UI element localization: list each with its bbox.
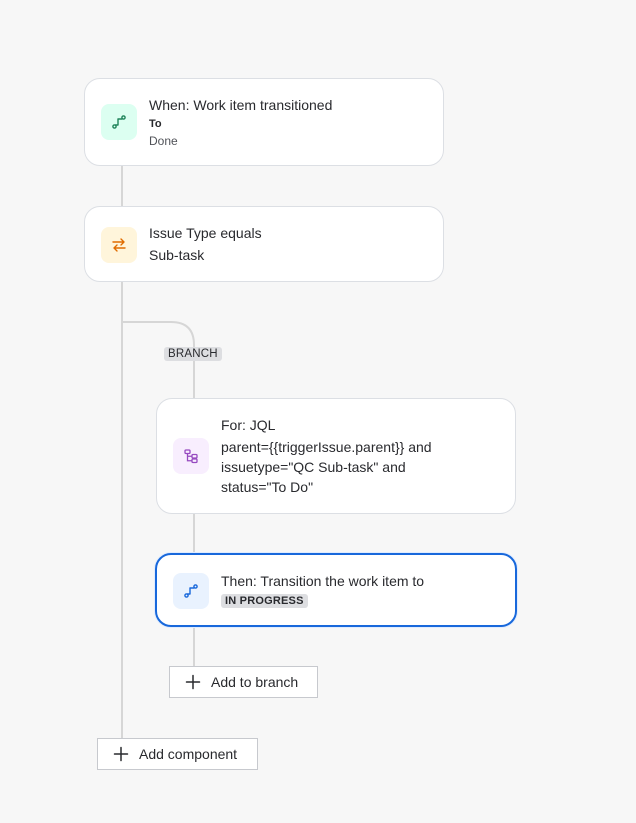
condition-card[interactable]: Issue Type equals Sub-task [84,206,444,282]
for-jql-line-1: parent={{triggerIssue.parent}} and [221,439,432,455]
branch-icon [173,438,209,474]
condition-swap-icon [101,227,137,263]
trigger-icon [101,104,137,140]
trigger-field-label: To [149,118,162,130]
trigger-field-value: Done [149,134,178,148]
for-jql-line-3: status="To Do" [221,479,314,495]
connector-trigger-condition [121,165,123,207]
branch-tag: BRANCH [164,347,222,361]
transition-icon [173,573,209,609]
condition-title: Issue Type equals [149,225,262,241]
plus-icon [185,674,201,690]
for-title: For: JQL [221,417,276,433]
trigger-title: When: Work item transitioned [149,97,333,113]
for-jql-line-2: issuetype="QC Sub-task" and [221,459,406,475]
status-lozenge: IN PROGRESS [221,594,308,608]
add-component-label: Add component [139,746,238,762]
add-to-branch-label: Add to branch [211,674,299,690]
plus-icon [113,746,129,762]
condition-value: Sub-task [149,247,205,263]
trigger-card[interactable]: When: Work item transitioned To Done [84,78,444,166]
connector-branch [193,360,195,400]
add-to-branch-button[interactable]: Add to branch [169,666,318,698]
add-component-button[interactable]: Add component [97,738,258,770]
branch-action-card[interactable]: Then: Transition the work item to IN PRO… [155,553,517,627]
connector-then-add [193,626,195,666]
action-title: Then: Transition the work item to [221,573,425,589]
connector-for-then [193,513,195,554]
branch-for-card[interactable]: For: JQL parent={{triggerIssue.parent}} … [156,398,516,514]
